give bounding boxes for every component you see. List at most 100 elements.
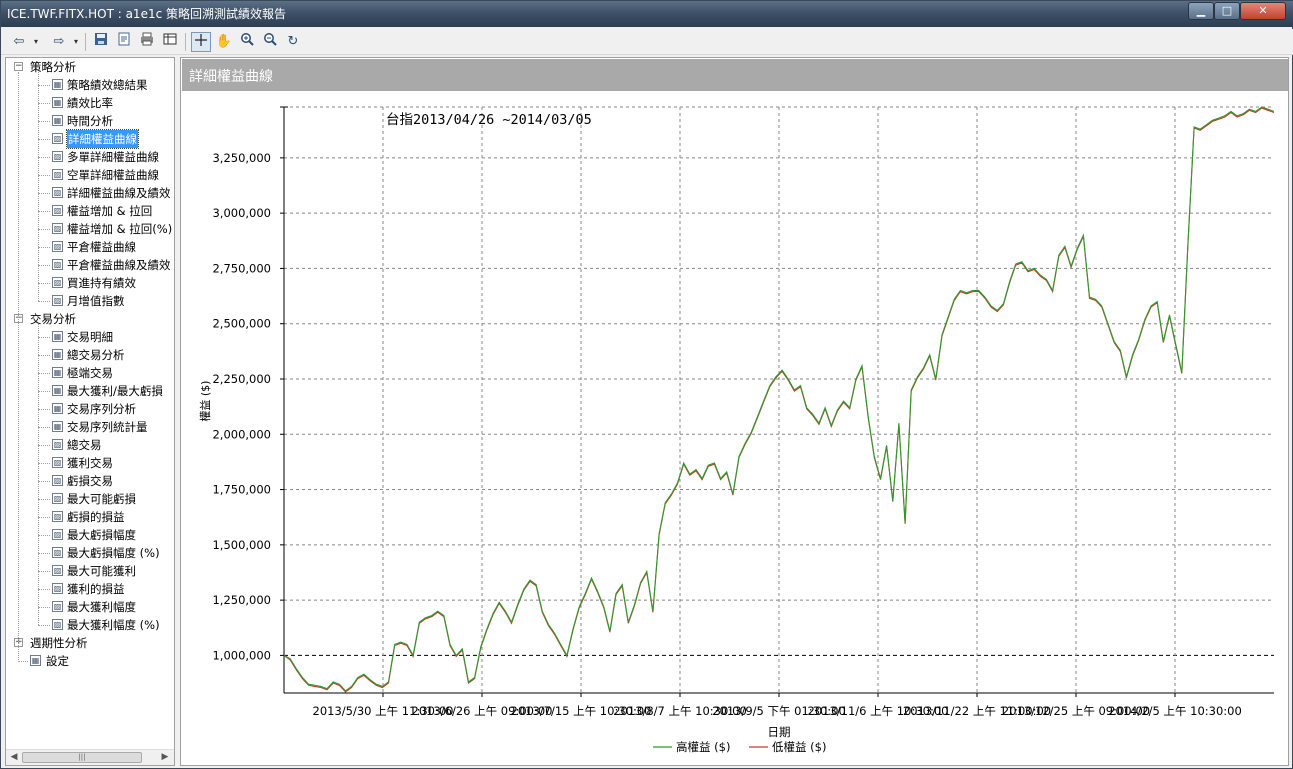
tree-item-label[interactable]: 詳細權益曲線 bbox=[66, 129, 139, 149]
tree-connector bbox=[38, 445, 50, 446]
tree-item-label[interactable]: 權益增加 & 拉回(%) bbox=[67, 220, 172, 238]
tree-item[interactable]: ▨ 平倉權益曲線 bbox=[6, 238, 174, 256]
tree-item-label[interactable]: 獲利交易 bbox=[67, 454, 113, 472]
zoom-in-icon[interactable] bbox=[237, 32, 257, 52]
tree-item[interactable]: ▨ 最大可能獲利 bbox=[6, 562, 174, 580]
tree-connector bbox=[38, 139, 50, 140]
tree-item[interactable]: ▨ 空單詳細權益曲線 bbox=[6, 166, 174, 184]
maximize-button[interactable]: □ bbox=[1214, 2, 1240, 20]
tree-item[interactable]: ▨ 最大獲利幅度 bbox=[6, 598, 174, 616]
tree-item[interactable]: ▨ 獲利交易 bbox=[6, 454, 174, 472]
tree-item[interactable]: ▦ 交易序列分析 bbox=[6, 400, 174, 418]
tree-group-0[interactable]: − 策略分析 bbox=[6, 58, 174, 76]
tree-item[interactable]: ▨ 虧損的損益 bbox=[6, 508, 174, 526]
tree-item[interactable]: ▨ 詳細權益曲線及績效 bbox=[6, 184, 174, 202]
tree-group-3[interactable]: ▦ 設定 bbox=[6, 652, 174, 670]
tree-item[interactable]: ▦ 最大獲利/最大虧損 bbox=[6, 382, 174, 400]
print-icon[interactable] bbox=[137, 32, 157, 52]
tree-horizontal-scrollbar[interactable]: ◀ ||| ▶ bbox=[6, 749, 174, 765]
tree-item-label[interactable]: 最大可能獲利 bbox=[67, 562, 136, 580]
tree-group-1[interactable]: − 交易分析 bbox=[6, 310, 174, 328]
tree-item-label[interactable]: 時間分析 bbox=[67, 112, 113, 130]
reset-zoom-icon[interactable]: ↻ bbox=[283, 32, 303, 52]
tree-item[interactable]: ▨ 詳細權益曲線 bbox=[6, 129, 174, 149]
tree-item-label[interactable]: 詳細權益曲線及績效 bbox=[67, 184, 171, 202]
zoom-out-icon[interactable] bbox=[260, 32, 280, 52]
tree-item[interactable]: ▦ 交易序列統計量 bbox=[6, 418, 174, 436]
toolbar: ⇦ ▾ ⇨ ▾ ✋ ↻ bbox=[1, 29, 1293, 55]
tree-item-label[interactable]: 總交易分析 bbox=[67, 346, 125, 364]
forward-arrow-icon[interactable]: ⇨ bbox=[49, 32, 69, 52]
tree-item-label[interactable]: 最大獲利/最大虧損 bbox=[67, 382, 163, 400]
tree-item-label[interactable]: 交易序列統計量 bbox=[67, 418, 148, 436]
tree-item-label[interactable]: 極端交易 bbox=[67, 364, 113, 382]
minimize-button[interactable]: ▁ bbox=[1188, 2, 1214, 20]
tree-item-label[interactable]: 最大獲利幅度 bbox=[67, 598, 136, 616]
tree-item-label[interactable]: 交易序列分析 bbox=[67, 400, 136, 418]
report-chart-icon: ▨ bbox=[52, 475, 63, 486]
title-bar[interactable]: ICE.TWF.FITX.HOT : a1e1c 策略回溯測試績效報告 ▁ □ … bbox=[1, 1, 1293, 27]
tree-item[interactable]: ▨ 最大獲利幅度 (%) bbox=[6, 616, 174, 634]
back-arrow-icon[interactable]: ⇦ bbox=[9, 32, 29, 52]
tree-item[interactable]: ▨ 平倉權益曲線及績效 bbox=[6, 256, 174, 274]
save-icon[interactable] bbox=[91, 32, 111, 52]
tree-item[interactable]: ▨ 權益增加 & 拉回 bbox=[6, 202, 174, 220]
tree-item[interactable]: ▨ 最大可能虧損 bbox=[6, 490, 174, 508]
tree-group-label[interactable]: 週期性分析 bbox=[30, 634, 88, 652]
report-table-icon: ▦ bbox=[52, 403, 63, 414]
tree-item-label[interactable]: 最大獲利幅度 (%) bbox=[67, 616, 160, 634]
tree-item[interactable]: ▨ 權益增加 & 拉回(%) bbox=[6, 220, 174, 238]
scroll-right-icon[interactable]: ▶ bbox=[160, 752, 170, 762]
y-tick-label: 3,250,000 bbox=[212, 151, 271, 165]
equity-chart[interactable]: 1,000,000 1,250,000 1,500,000 1,750,000 2,00… bbox=[181, 58, 1288, 765]
table-icon[interactable] bbox=[160, 32, 180, 52]
tree-item[interactable]: ▨ 獲利的損益 bbox=[6, 580, 174, 598]
tree-item-label[interactable]: 最大可能虧損 bbox=[67, 490, 136, 508]
tree-connector bbox=[38, 553, 50, 554]
tree-item[interactable]: ▨ 最大虧損幅度 bbox=[6, 526, 174, 544]
tree-item-label[interactable]: 虧損的損益 bbox=[67, 508, 125, 526]
tree-item[interactable]: ▦ 績效比率 bbox=[6, 94, 174, 112]
tree-item[interactable]: ▦ 交易明細 bbox=[6, 328, 174, 346]
back-dropdown-icon[interactable]: ▾ bbox=[31, 32, 41, 52]
tree-connector bbox=[18, 661, 28, 662]
crosshair-icon[interactable] bbox=[191, 32, 211, 52]
tree-item-label[interactable]: 多單詳細權益曲線 bbox=[67, 148, 159, 166]
tree-item-label[interactable]: 獲利的損益 bbox=[67, 580, 125, 598]
tree-item-label[interactable]: 最大虧損幅度 bbox=[67, 526, 136, 544]
tree-item[interactable]: ▨ 虧損交易 bbox=[6, 472, 174, 490]
tree-item-label[interactable]: 買進持有績效 bbox=[67, 274, 136, 292]
report-chart-icon: ▨ bbox=[52, 565, 63, 576]
tree-item[interactable]: ▦ 時間分析 bbox=[6, 112, 174, 130]
tree-item[interactable]: ▨ 月增值指數 bbox=[6, 292, 174, 310]
tree-item-label[interactable]: 總交易 bbox=[67, 436, 102, 454]
tree-group-label[interactable]: 策略分析 bbox=[30, 58, 76, 76]
forward-dropdown-icon[interactable]: ▾ bbox=[71, 32, 81, 52]
tree-group-label[interactable]: 交易分析 bbox=[30, 310, 76, 328]
tree-item[interactable]: ▨ 買進持有績效 bbox=[6, 274, 174, 292]
tree-item-label[interactable]: 空單詳細權益曲線 bbox=[67, 166, 159, 184]
tree-item[interactable]: ▨ 多單詳細權益曲線 bbox=[6, 148, 174, 166]
scroll-thumb[interactable]: ||| bbox=[22, 752, 142, 763]
tree-item-label[interactable]: 交易明細 bbox=[67, 328, 113, 346]
tree-item[interactable]: ▦ 極端交易 bbox=[6, 364, 174, 382]
tree-group-label[interactable]: 設定 bbox=[46, 652, 69, 670]
tree-item-label[interactable]: 權益增加 & 拉回 bbox=[67, 202, 152, 220]
tree-item-label[interactable]: 策略績效總結果 bbox=[67, 76, 148, 94]
pan-hand-icon[interactable]: ✋ bbox=[214, 32, 234, 52]
tree-item[interactable]: ▦ 總交易分析 bbox=[6, 346, 174, 364]
close-button[interactable]: ✕ bbox=[1240, 2, 1286, 20]
tree-item-label[interactable]: 虧損交易 bbox=[67, 472, 113, 490]
tree-item[interactable]: ▨ 最大虧損幅度 (%) bbox=[6, 544, 174, 562]
tree-item-label[interactable]: 月增值指數 bbox=[67, 292, 125, 310]
tree-item-label[interactable]: 平倉權益曲線及績效 bbox=[67, 256, 171, 274]
tree-item-label[interactable]: 最大虧損幅度 (%) bbox=[67, 544, 160, 562]
tree-group-2[interactable]: + 週期性分析 bbox=[6, 634, 174, 652]
scroll-left-icon[interactable]: ◀ bbox=[9, 752, 19, 762]
collapse-icon[interactable]: − bbox=[14, 62, 23, 71]
tree-item[interactable]: ▦ 策略績效總結果 bbox=[6, 76, 174, 94]
tree-item-label[interactable]: 平倉權益曲線 bbox=[67, 238, 136, 256]
export-icon[interactable] bbox=[114, 32, 134, 52]
tree-item-label[interactable]: 績效比率 bbox=[67, 94, 113, 112]
tree-item[interactable]: ▨ 總交易 bbox=[6, 436, 174, 454]
